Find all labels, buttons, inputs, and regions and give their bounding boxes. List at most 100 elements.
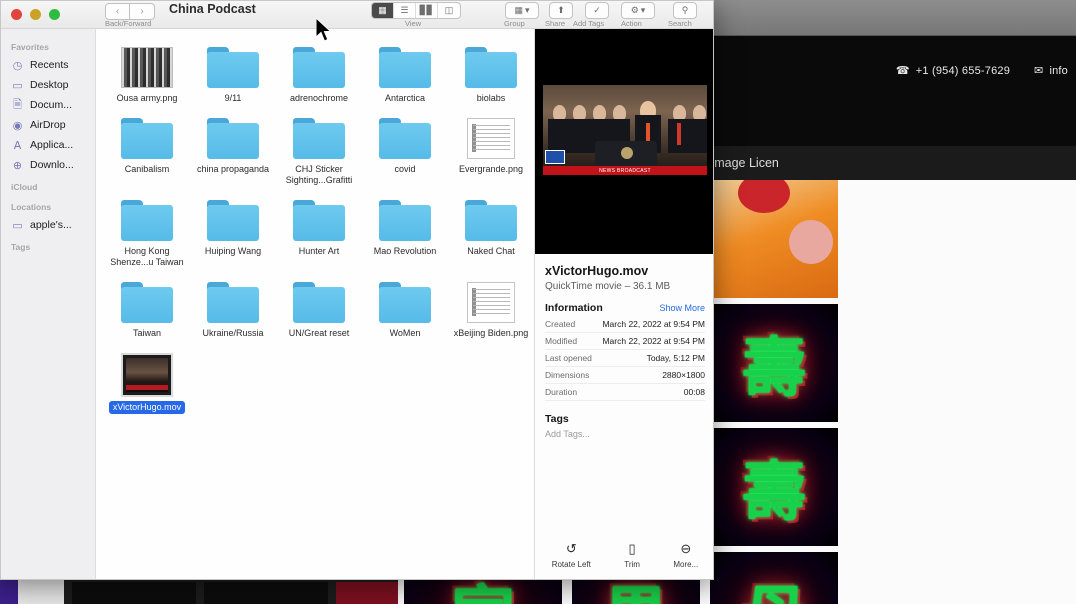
file-name-label: xVictorHugo.mov (108, 401, 186, 414)
sidebar-section-favorites: Favorites (11, 42, 49, 52)
sidebar-section-tags: Tags (11, 242, 31, 252)
file-item[interactable]: Mao Revolution (362, 196, 448, 268)
email-contact[interactable]: ✉ info (1034, 64, 1068, 78)
folder-icon (379, 118, 431, 159)
close-button[interactable] (11, 9, 22, 20)
dark-tile-1 (72, 582, 196, 604)
finder-sidebar[interactable]: Favorites ◷ Recents ▭ Desktop 🗎 Docum... ◉ AirDr… (1, 29, 96, 579)
file-item[interactable]: CHJ Sticker Sighting...Grafitti (276, 114, 362, 186)
share-button[interactable]: ⬆ (549, 2, 573, 19)
info-row-created: Created March 22, 2022 at 9:54 PM (545, 316, 705, 333)
grid-view-icon[interactable]: ▦ (372, 3, 394, 18)
list-view-icon[interactable]: ☰ (394, 3, 416, 18)
file-item[interactable]: Taiwan (104, 278, 190, 339)
search-label: Search (668, 19, 692, 28)
gallery-item[interactable] (710, 180, 838, 298)
file-item[interactable]: Antarctica (362, 43, 448, 104)
show-more-link[interactable]: Show More (659, 303, 705, 313)
mouse-cursor (316, 18, 332, 42)
rotateleft-button[interactable]: ↺ Rotate Left (552, 541, 591, 569)
information-section-header: Information Show More (545, 302, 705, 314)
forward-button[interactable]: › (130, 3, 155, 20)
file-item[interactable]: china propaganda (190, 114, 276, 186)
check-tag-icon: ✓ (593, 5, 601, 15)
downloads-icon: ⊕ (12, 159, 23, 172)
file-item[interactable]: Huiping Wang (190, 196, 276, 268)
finder-titlebar: ‹ › Back/Forward China Podcast ▦ ☰ ▊▊ ◫ … (1, 1, 713, 29)
gallery-item[interactable]: 壽 (710, 304, 838, 422)
file-item-selected[interactable]: xVictorHugo.mov (104, 349, 190, 414)
view-mode-segmented-control[interactable]: ▦ ☰ ▊▊ ◫ (371, 2, 461, 19)
file-item[interactable]: Ousa army.png (104, 43, 190, 104)
file-item[interactable]: Hong Kong Shenze...u Taiwan (104, 196, 190, 268)
phone-contact[interactable]: ☎ +1 (954) 655-7629 (896, 64, 1011, 78)
file-item[interactable]: Hunter Art (276, 196, 362, 268)
phone-number: +1 (954) 655-7629 (915, 64, 1011, 77)
maximize-button[interactable] (49, 9, 60, 20)
sidebar-item-recents[interactable]: ◷ Recents (1, 55, 95, 75)
file-item[interactable]: Evergrande.png (448, 114, 534, 186)
tags-title: Tags (545, 413, 569, 425)
file-item[interactable]: 9/11 (190, 43, 276, 104)
file-item[interactable]: biolabs (448, 43, 534, 104)
file-item[interactable]: Ukraine/Russia (190, 278, 276, 339)
view-label: View (405, 19, 422, 28)
file-item[interactable]: covid (362, 114, 448, 186)
file-preview[interactable]: NEWS BROADCAST (535, 29, 713, 254)
finder-file-area[interactable]: Ousa army.png 9/11 adrenochrome Antarctica b… (96, 29, 535, 579)
add-tags-label: Add Tags (573, 19, 605, 28)
column-view-icon[interactable]: ▊▊ (416, 3, 438, 18)
info-row-duration: Duration 00:08 (545, 384, 705, 401)
group-button[interactable]: ▦ ▾ (505, 2, 539, 19)
file-item[interactable]: adrenochrome (276, 43, 362, 104)
file-item[interactable]: WoMen (362, 278, 448, 339)
gallery-item[interactable]: 壽 (710, 428, 838, 546)
site-contact-bar: ☎ +1 (954) 655-7629 ✉ info (896, 64, 1068, 78)
trim-button[interactable]: ▯ Trim (624, 541, 640, 569)
info-action-bar[interactable]: ↺ Rotate Left ▯ Trim ⊖ More... (535, 529, 713, 579)
add-tags-button[interactable]: ✓ (585, 2, 609, 19)
file-name-label: xBeijing Biden.png (453, 328, 529, 338)
file-name-label: biolabs (476, 93, 506, 103)
sidebar-section-locations: Locations (11, 202, 52, 212)
sidebar-item-airdrop[interactable]: ◉ AirDrop (1, 115, 95, 135)
action-button[interactable]: ⚙ ▾ (621, 2, 655, 19)
search-button[interactable]: ⚲ (673, 2, 697, 19)
folder-icon (207, 47, 259, 88)
gallery-item[interactable]: 母 (710, 552, 838, 604)
sidebar-item-apples[interactable]: ▭ apple's... (1, 215, 95, 235)
podium (595, 141, 657, 167)
nav-item-imagelicen[interactable]: Image Licen (711, 156, 779, 170)
back-button[interactable]: ‹ (105, 3, 130, 20)
sidebar-item-desktop[interactable]: ▭ Desktop (1, 75, 95, 95)
file-item[interactable]: Canibalism (104, 114, 190, 186)
purple-tile (0, 580, 18, 604)
group-chevron-down-icon: ▾ (524, 5, 530, 15)
folder-icon (207, 118, 259, 159)
file-grid[interactable]: Ousa army.png 9/11 adrenochrome Antarctica b… (96, 29, 534, 424)
file-name-label: china propaganda (196, 164, 270, 174)
window-controls[interactable] (11, 9, 60, 20)
sidebar-item-docum[interactable]: 🗎 Docum... (1, 95, 95, 115)
file-item[interactable]: xBeijing Biden.png (448, 278, 534, 339)
gallery-view-icon[interactable]: ◫ (438, 3, 460, 18)
artwork-character: 壽 (710, 304, 838, 422)
back-forward-controls[interactable]: ‹ › (105, 3, 155, 20)
file-name-label: Hong Kong Shenze...u Taiwan (110, 246, 184, 267)
file-item[interactable]: UN/Great reset (276, 278, 362, 339)
file-item[interactable]: Naked Chat (448, 196, 534, 268)
minimize-button[interactable] (30, 9, 41, 20)
folder-icon (121, 118, 173, 159)
file-name-label: WoMen (389, 328, 421, 338)
desktop-bottom-strip (0, 580, 398, 604)
folder-icon (293, 282, 345, 323)
add-tags-field[interactable]: Add Tags... (545, 429, 705, 439)
sidebar-item-downlo[interactable]: ⊕ Downlo... (1, 155, 95, 175)
info-row-key: Created (545, 319, 576, 329)
info-row-value: 00:08 (683, 387, 705, 397)
sidebar-item-applica[interactable]: 𝖠 Applica... (1, 135, 95, 155)
document-icon (467, 282, 515, 323)
more-button[interactable]: ⊖ More... (673, 541, 698, 569)
file-name-label: Ukraine/Russia (202, 328, 264, 338)
group-label: Group (504, 19, 525, 28)
